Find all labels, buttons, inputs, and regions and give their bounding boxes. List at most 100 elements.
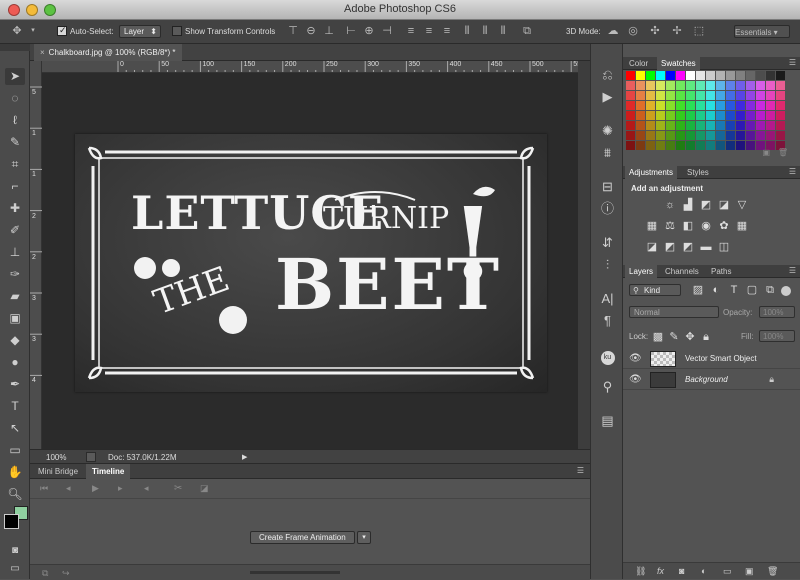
tool-presets-icon[interactable]: ⫶ xyxy=(598,256,617,274)
curves-icon[interactable]: ◩ xyxy=(699,199,713,211)
timeline-menu-icon[interactable]: ☰ xyxy=(577,466,584,475)
vertical-ruler[interactable]: 5 1 1 2 2 3 3 4 xyxy=(30,61,42,449)
canvas-area[interactable]: LETTUCE TURNIP THE BEET ! xyxy=(42,73,578,449)
swatch[interactable] xyxy=(656,131,665,140)
swatch[interactable] xyxy=(756,101,765,110)
swatch[interactable] xyxy=(626,101,635,110)
swatch[interactable] xyxy=(656,111,665,120)
workspace-switcher[interactable]: Essentials ▾ xyxy=(734,25,790,38)
swatch[interactable] xyxy=(636,71,645,80)
split-icon[interactable]: ✂ xyxy=(174,483,182,494)
layer-name[interactable]: Background xyxy=(685,375,728,384)
animation-dropdown-icon[interactable]: ▾ xyxy=(357,531,371,544)
swatch[interactable] xyxy=(766,101,775,110)
align-hcenter-icon[interactable]: ⊕ xyxy=(362,24,376,38)
tab-mini-bridge[interactable]: Mini Bridge xyxy=(32,464,84,479)
tab-swatches[interactable]: Swatches xyxy=(657,57,700,70)
auto-align-icon[interactable]: ⧉ xyxy=(520,24,534,38)
swatch[interactable] xyxy=(666,111,675,120)
3d-roll-icon[interactable]: ◎ xyxy=(626,24,640,38)
swatch[interactable] xyxy=(736,71,745,80)
swatch[interactable] xyxy=(666,131,675,140)
foreground-color-swatch[interactable] xyxy=(4,514,19,529)
selective-color-icon[interactable]: ◫ xyxy=(717,241,731,253)
black-white-icon[interactable]: ◧ xyxy=(681,220,695,232)
swatch[interactable] xyxy=(666,91,675,100)
swatch[interactable] xyxy=(716,101,725,110)
swatch[interactable] xyxy=(726,71,735,80)
healing-tool-icon[interactable]: ✚ xyxy=(5,200,25,217)
filter-pixel-icon[interactable]: ▨ xyxy=(691,284,705,296)
swatch[interactable] xyxy=(656,81,665,90)
quick-mask-icon[interactable]: ◙ xyxy=(5,542,25,559)
lasso-tool-icon[interactable]: ℓ xyxy=(5,112,25,129)
new-adjustment-layer-icon[interactable]: ◐ xyxy=(701,566,706,576)
new-layer-icon[interactable]: ▣ xyxy=(745,566,754,577)
swatch[interactable] xyxy=(766,81,775,90)
play-icon[interactable]: ▶ xyxy=(92,483,99,494)
swatch[interactable] xyxy=(676,111,685,120)
swatch[interactable] xyxy=(756,71,765,80)
layer-style-icon[interactable]: fx xyxy=(657,566,664,576)
swatch[interactable] xyxy=(696,71,705,80)
align-top-icon[interactable]: ⊤ xyxy=(286,24,300,38)
brush-panel-icon[interactable]: ⩩ xyxy=(598,144,617,162)
distribute-right-icon[interactable]: ⦀ xyxy=(496,24,510,38)
swatch[interactable] xyxy=(726,91,735,100)
lock-all-icon[interactable]: 🔒︎ xyxy=(699,331,713,343)
tab-channels[interactable]: Channels xyxy=(661,265,703,278)
swatch[interactable] xyxy=(706,121,715,130)
convert-timeline-icon[interactable]: ⧉ xyxy=(42,568,48,579)
swatch[interactable] xyxy=(766,131,775,140)
auto-select-checkbox[interactable]: ✓ xyxy=(57,25,67,36)
3d-scale-icon[interactable]: ⬚ xyxy=(692,24,706,38)
lock-position-icon[interactable]: ✥ xyxy=(683,331,697,343)
swatch[interactable] xyxy=(736,131,745,140)
swatch[interactable] xyxy=(636,121,645,130)
crop-tool-icon[interactable]: ⌗ xyxy=(5,156,25,173)
swatch[interactable] xyxy=(666,121,675,130)
layer-row-background[interactable]: 👁︎ Background 🔒︎ xyxy=(623,370,800,390)
swatch[interactable] xyxy=(746,91,755,100)
swatch[interactable] xyxy=(656,71,665,80)
filter-shape-icon[interactable]: ▢ xyxy=(745,284,759,296)
move-tool-icon[interactable]: ➤ xyxy=(5,68,25,85)
swatch[interactable] xyxy=(696,111,705,120)
levels-icon[interactable]: ▟ xyxy=(681,199,695,211)
swatch[interactable] xyxy=(666,101,675,110)
swatch[interactable] xyxy=(776,111,785,120)
prev-frame-icon[interactable]: ◂ xyxy=(66,483,71,494)
tab-adjustments[interactable]: Adjustments xyxy=(625,166,678,179)
move-tool-preset-icon[interactable]: ✥ xyxy=(10,24,24,38)
swatch[interactable] xyxy=(626,111,635,120)
swatch[interactable] xyxy=(706,111,715,120)
swatch[interactable] xyxy=(746,71,755,80)
swatch[interactable] xyxy=(676,71,685,80)
actions-icon[interactable]: ▶ xyxy=(598,88,617,106)
filter-kind-dropdown[interactable]: ⚲ Kind xyxy=(629,284,681,296)
marquee-tool-icon[interactable]: ◌ xyxy=(5,90,25,107)
swatch[interactable] xyxy=(776,101,785,110)
swatch[interactable] xyxy=(706,71,715,80)
swatch[interactable] xyxy=(706,101,715,110)
opacity-field[interactable]: 100% xyxy=(759,306,795,318)
channel-mixer-icon[interactable]: ✿ xyxy=(717,220,731,232)
swatch[interactable] xyxy=(766,111,775,120)
color-balance-icon[interactable]: ⚖ xyxy=(663,220,677,232)
swatch[interactable] xyxy=(776,131,785,140)
align-right-icon[interactable]: ⊣ xyxy=(380,24,394,38)
exposure-icon[interactable]: ◪ xyxy=(717,199,731,211)
align-bottom-icon[interactable]: ⊥ xyxy=(322,24,336,38)
clone-stamp-tool-icon[interactable]: ⊥ xyxy=(5,244,25,261)
distribute-left-icon[interactable]: ⦀ xyxy=(460,24,474,38)
swatch[interactable] xyxy=(686,81,695,90)
swatch[interactable] xyxy=(646,91,655,100)
posterize-icon[interactable]: ◩ xyxy=(663,241,677,253)
swatch[interactable] xyxy=(686,131,695,140)
brightness-icon[interactable]: ☼ xyxy=(663,199,677,211)
zoom-level[interactable]: 100% xyxy=(46,453,66,462)
swatch[interactable] xyxy=(736,111,745,120)
invert-icon[interactable]: ◪ xyxy=(645,241,659,253)
filter-adjustment-icon[interactable]: ◐ xyxy=(709,284,723,296)
swatch[interactable] xyxy=(776,121,785,130)
